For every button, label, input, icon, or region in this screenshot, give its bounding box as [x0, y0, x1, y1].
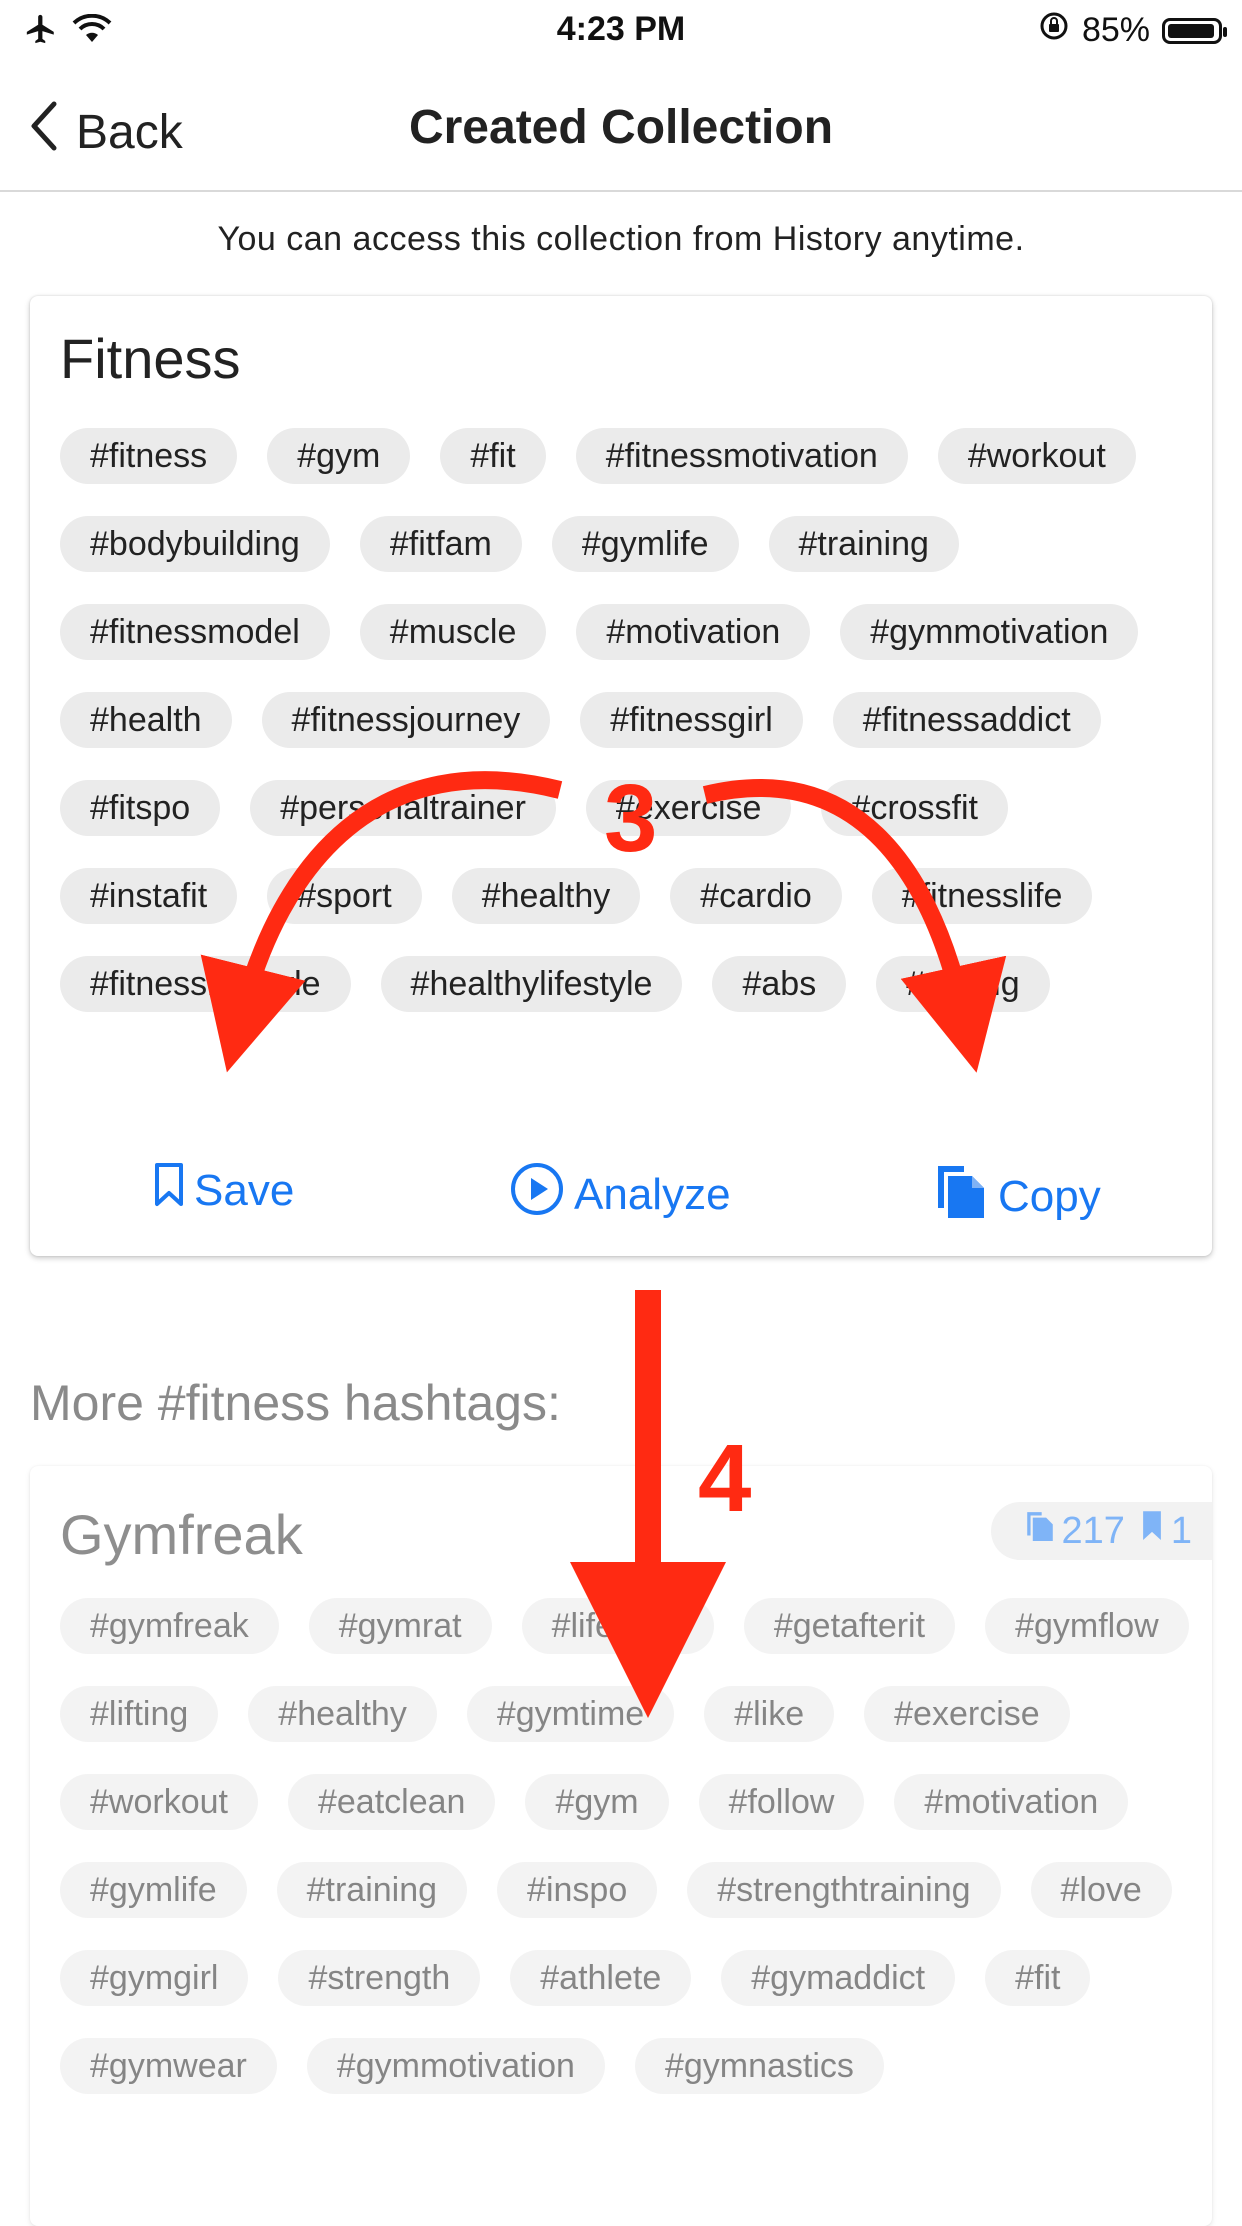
collection-title: Fitness [60, 327, 241, 390]
analyze-button[interactable]: Analyze [510, 1162, 731, 1227]
hashtag-chip[interactable]: #fitnessgirl [580, 692, 803, 748]
saves-stat: 1 [1139, 1509, 1192, 1553]
hashtag-chip[interactable]: #crossfit [821, 780, 1008, 836]
hashtag-chip[interactable]: #fitnessaddict [832, 692, 1101, 748]
hashtag-chip[interactable]: #fitnessjourney [261, 692, 551, 748]
hashtag-chip[interactable]: #healthy [248, 1686, 437, 1742]
save-button[interactable]: Save [154, 1162, 294, 1219]
suggested-collection-title: Gymfreak [60, 1503, 303, 1566]
hashtag-chip[interactable]: #strengthtraining [687, 1862, 1001, 1918]
hashtag-chip[interactable]: #gymlife [551, 516, 739, 572]
hashtag-chip[interactable]: #like [704, 1686, 835, 1742]
navigation-bar: Back Created Collection [0, 62, 1242, 192]
hashtag-chip[interactable]: #gymflow [985, 1598, 1189, 1654]
hashtag-chip[interactable]: #fitspo [60, 780, 221, 836]
orientation-lock-icon [1038, 10, 1070, 51]
copy-label: Copy [998, 1171, 1101, 1221]
copy-icon [934, 1162, 988, 1231]
hashtag-chip[interactable]: #follow [698, 1774, 865, 1830]
hashtag-chip[interactable]: #fitness [60, 428, 238, 484]
hashtag-chip[interactable]: #fit [985, 1950, 1091, 2006]
save-label: Save [194, 1165, 295, 1215]
play-circle-icon [510, 1162, 564, 1227]
hashtag-chip[interactable]: #fitfam [359, 516, 522, 572]
battery-percent: 85% [1081, 11, 1150, 49]
suggested-hashtag-list: #gymfreak #gymrat #lifestyle #getafterit #gy… [60, 1598, 1200, 2094]
hashtag-chip[interactable]: #personaltrainer [250, 780, 556, 836]
hashtag-chip[interactable]: #gymrat [308, 1598, 492, 1654]
hashtag-chip[interactable]: #workout [60, 1774, 258, 1830]
hashtag-chip[interactable]: #gymlife [60, 1862, 247, 1918]
hashtag-chip[interactable]: #instafit [60, 868, 238, 924]
hashtag-chip[interactable]: #gymnastics [634, 2038, 884, 2094]
hashtag-chip[interactable]: #gymtime [466, 1686, 675, 1742]
hashtag-chip[interactable]: #motivation [576, 604, 811, 660]
hashtag-chip[interactable]: #gymwear [60, 2038, 277, 2094]
bookmark-icon [154, 1162, 184, 1219]
step-3-label: 3 [604, 765, 658, 872]
saves-count: 1 [1170, 1509, 1192, 1552]
copies-count: 217 [1061, 1509, 1125, 1552]
hashtag-chip[interactable]: #exercise [864, 1686, 1070, 1742]
page-title: Created Collection [408, 101, 834, 154]
hashtag-chip[interactable]: #gymmotivation [840, 604, 1139, 660]
hashtag-chip[interactable]: #fit [440, 428, 546, 484]
hashtag-chip[interactable]: #training [768, 516, 959, 572]
hashtag-chip[interactable]: #strong [876, 956, 1050, 1012]
hashtag-chip[interactable]: #gymfreak [60, 1598, 279, 1654]
hashtag-chip[interactable]: #healthylifestyle [380, 956, 683, 1012]
history-notice: You can access this collection from Hist… [217, 220, 1025, 258]
hashtag-chip[interactable]: #fitnesslifestyle [60, 956, 351, 1012]
hashtag-chip[interactable]: #lifting [60, 1686, 219, 1742]
hashtag-chip[interactable]: #fitnessmodel [60, 604, 330, 660]
hashtag-chip[interactable]: #getafterit [743, 1598, 956, 1654]
battery-icon [1162, 17, 1227, 44]
copy-button[interactable]: Copy [934, 1162, 1101, 1231]
hashtag-chip[interactable]: #sport [267, 868, 422, 924]
copy-icon [1025, 1509, 1055, 1553]
hashtag-chip[interactable]: #cardio [670, 868, 842, 924]
hashtag-chip[interactable]: #strength [278, 1950, 481, 2006]
hashtag-chip[interactable]: #fitnesslife [871, 868, 1093, 924]
status-bar: 4:23 PM 85% [0, 0, 1242, 62]
hashtag-chip[interactable]: #muscle [359, 604, 547, 660]
hashtag-chip[interactable]: #gym [525, 1774, 669, 1830]
hashtag-chip[interactable]: #gymaddict [721, 1950, 956, 2006]
suggested-collection-card[interactable]: Gymfreak 217 1 #gymfreak #gymrat #lifestyl… [30, 1466, 1212, 2226]
hashtag-chip[interactable]: #lifestyle [521, 1598, 714, 1654]
analyze-label: Analyze [574, 1169, 731, 1219]
hashtag-list: #fitness #gym #fit #fitnessmotivation #worko… [60, 428, 1200, 1012]
copies-stat: 217 [1025, 1509, 1125, 1553]
hashtag-chip[interactable]: #health [60, 692, 232, 748]
hashtag-chip[interactable]: #gymmotivation [306, 2038, 605, 2094]
hashtag-chip[interactable]: #athlete [510, 1950, 692, 2006]
hashtag-chip[interactable]: #abs [712, 956, 847, 1012]
hashtag-chip[interactable]: #workout [937, 428, 1136, 484]
bookmark-icon [1139, 1509, 1165, 1553]
hashtag-chip[interactable]: #bodybuilding [60, 516, 330, 572]
hashtag-chip[interactable]: #motivation [894, 1774, 1129, 1830]
collection-stats: 217 1 [991, 1502, 1212, 1560]
hashtag-chip[interactable]: #inspo [497, 1862, 658, 1918]
collection-actions: Save Analyze Copy [30, 1162, 1212, 1222]
step-4-label: 4 [698, 1425, 752, 1532]
more-hashtags-heading: More #fitness hashtags: [30, 1375, 561, 1431]
hashtag-chip[interactable]: #gym [267, 428, 411, 484]
hashtag-chip[interactable]: #fitnessmotivation [575, 428, 908, 484]
hashtag-chip[interactable]: #love [1030, 1862, 1172, 1918]
hashtag-chip[interactable]: #healthy [451, 868, 641, 924]
hashtag-chip[interactable]: #training [276, 1862, 468, 1918]
hashtag-chip[interactable]: #gymgirl [60, 1950, 249, 2006]
hashtag-chip[interactable]: #eatclean [287, 1774, 496, 1830]
